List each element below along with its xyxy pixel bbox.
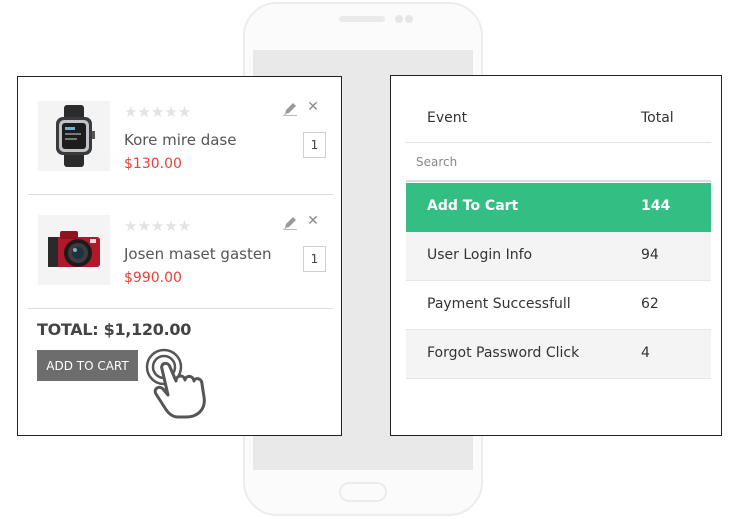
event-name: User Login Info bbox=[427, 247, 533, 263]
item-price: $130.00 bbox=[124, 156, 182, 172]
cart-total: TOTAL: $1,120.00 bbox=[37, 320, 192, 339]
phone-home-button bbox=[339, 482, 387, 502]
cart-panel: ★★★★★ Kore mire dase $130.00 ✕ 1 ★★★★★ J… bbox=[17, 76, 342, 436]
search-input[interactable] bbox=[406, 143, 711, 182]
cart-item: ★★★★★ Josen maset gasten $990.00 ✕ bbox=[28, 195, 333, 309]
remove-item-icon[interactable]: ✕ bbox=[306, 213, 320, 229]
phone-speaker bbox=[339, 16, 385, 22]
event-total: 94 bbox=[641, 247, 659, 263]
phone-camera bbox=[405, 15, 413, 23]
table-row[interactable]: User Login Info 94 bbox=[406, 232, 711, 281]
remove-item-icon[interactable]: ✕ bbox=[306, 99, 320, 115]
pencil-icon[interactable] bbox=[282, 215, 298, 231]
column-header-total[interactable]: Total bbox=[641, 110, 674, 126]
table-header: Event Total bbox=[406, 98, 711, 143]
event-total: 62 bbox=[641, 296, 659, 312]
item-name: Kore mire dase bbox=[124, 131, 237, 149]
add-to-cart-button[interactable]: ADD TO CART bbox=[37, 350, 138, 381]
quantity-input[interactable] bbox=[303, 246, 326, 272]
camera-icon bbox=[38, 215, 110, 285]
event-total: 4 bbox=[641, 345, 650, 361]
column-header-event[interactable]: Event bbox=[427, 110, 467, 126]
event-name: Add To Cart bbox=[427, 198, 519, 214]
pencil-icon[interactable] bbox=[282, 101, 298, 117]
quantity-input[interactable] bbox=[303, 132, 326, 158]
phone-sensor bbox=[395, 15, 403, 23]
item-name: Josen maset gasten bbox=[124, 245, 272, 263]
table-row[interactable]: Forgot Password Click 4 bbox=[406, 330, 711, 379]
rating-stars: ★★★★★ bbox=[124, 217, 192, 235]
event-name: Forgot Password Click bbox=[427, 345, 580, 361]
hand-tap-icon bbox=[140, 347, 220, 419]
smartwatch-icon bbox=[38, 101, 110, 171]
event-name: Payment Successfull bbox=[427, 296, 571, 312]
events-panel: Event Total Add To Cart 144 User Login I… bbox=[390, 75, 722, 436]
table-row[interactable]: Payment Successfull 62 bbox=[406, 281, 711, 330]
event-total: 144 bbox=[641, 198, 671, 214]
rating-stars: ★★★★★ bbox=[124, 103, 192, 121]
table-row[interactable]: Add To Cart 144 bbox=[406, 183, 711, 232]
cart-item: ★★★★★ Kore mire dase $130.00 ✕ bbox=[28, 81, 333, 195]
item-price: $990.00 bbox=[124, 270, 182, 286]
